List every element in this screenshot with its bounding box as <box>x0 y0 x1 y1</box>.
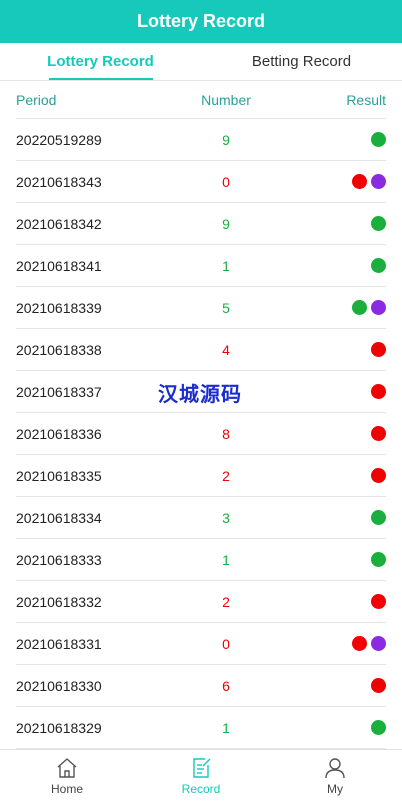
green-dot-icon <box>371 216 386 231</box>
green-dot-icon <box>371 510 386 525</box>
number-cell: 2 <box>222 593 230 610</box>
red-dot-icon <box>352 174 367 189</box>
home-icon <box>57 757 77 778</box>
period-cell: 20210618342 <box>16 215 102 232</box>
green-dot-icon <box>371 132 386 147</box>
number-cell: 9 <box>222 215 230 232</box>
red-dot-icon <box>371 342 386 357</box>
result-cell <box>276 468 386 483</box>
number-cell: 2 <box>222 467 230 484</box>
record-tabs: Lottery Record Betting Record <box>0 43 402 81</box>
result-cell <box>276 132 386 147</box>
table-row: 20210618333 1 <box>16 539 386 581</box>
page-title: Lottery Record <box>136 11 266 31</box>
bottom-tabbar: Home Record My <box>0 749 402 801</box>
violet-dot-icon <box>371 174 386 189</box>
period-cell: 20210618330 <box>16 677 102 694</box>
result-cell <box>276 636 386 651</box>
table-row: 20210618335 2 <box>16 455 386 497</box>
table-row: 20210618331 0 <box>16 623 386 665</box>
green-dot-icon <box>352 300 367 315</box>
number-cell: 8 <box>222 425 230 442</box>
watermark-text: 汉城源码 <box>158 382 242 406</box>
number-cell: 5 <box>222 299 230 316</box>
result-cell <box>276 594 386 609</box>
table-row: 20210618342 9 <box>16 203 386 245</box>
column-result: Result <box>346 91 386 108</box>
result-cell <box>276 216 386 231</box>
column-number: Number <box>201 91 251 108</box>
number-cell: 6 <box>222 677 230 694</box>
period-cell: 20220519289 <box>16 131 102 148</box>
number-cell: 1 <box>222 551 230 568</box>
table-row: 20220519289 9 <box>16 119 386 161</box>
number-cell: 0 <box>222 635 230 652</box>
record-list: 20220519289 9 20210618343 0 20210618342 9 2021… <box>16 119 386 749</box>
table-row: 20210618330 6 <box>16 665 386 707</box>
number-cell: 1 <box>222 719 230 736</box>
tab-label: Betting Record <box>251 53 352 70</box>
period-cell: 20210618343 <box>16 173 102 190</box>
record-icon <box>193 757 211 778</box>
number-cell: 3 <box>222 509 230 526</box>
period-cell: 20210618338 <box>16 341 102 358</box>
tab-label: Lottery Record <box>47 53 154 70</box>
table-row: 20210618343 0 <box>16 161 386 203</box>
green-dot-icon <box>371 258 386 273</box>
table-row: 20210618339 5 <box>16 287 386 329</box>
tab-betting-record[interactable]: Betting Record <box>201 43 402 80</box>
green-dot-icon <box>371 552 386 567</box>
page-header: Lottery Record <box>0 0 402 43</box>
period-cell: 20210618332 <box>16 593 102 610</box>
red-dot-icon <box>371 384 386 399</box>
table-row: 20210618329 1 <box>16 707 386 749</box>
column-period: Period <box>16 91 57 108</box>
number-cell: 9 <box>222 131 230 148</box>
red-dot-icon <box>371 426 386 441</box>
result-cell <box>276 678 386 693</box>
table-row: 20210618341 1 <box>16 245 386 287</box>
result-cell <box>276 510 386 525</box>
period-cell: 20210618335 <box>16 467 102 484</box>
number-cell: 1 <box>222 257 230 274</box>
period-cell: 20210618336 <box>16 425 102 442</box>
period-cell: 20210618337 <box>16 383 102 400</box>
number-cell: 4 <box>222 341 230 358</box>
violet-dot-icon <box>371 300 386 315</box>
tabbar-label: My <box>327 781 343 796</box>
red-dot-icon <box>371 468 386 483</box>
result-cell <box>276 258 386 273</box>
table-row: 20210618334 3 <box>16 497 386 539</box>
red-dot-icon <box>371 594 386 609</box>
period-cell: 20210618341 <box>16 257 102 274</box>
result-cell <box>276 174 386 189</box>
tabbar-label: Record <box>181 781 221 796</box>
table-row: 20210618336 8 <box>16 413 386 455</box>
table-row: 20210618332 2 <box>16 581 386 623</box>
result-cell <box>276 384 386 399</box>
tabbar-home[interactable]: Home <box>0 750 134 801</box>
result-cell <box>276 720 386 735</box>
period-cell: 20210618339 <box>16 299 102 316</box>
result-cell <box>276 342 386 357</box>
red-dot-icon <box>352 636 367 651</box>
user-icon <box>325 757 345 778</box>
result-cell <box>276 426 386 441</box>
table-header: Period Number Result <box>16 81 386 119</box>
table-row: 20210618338 4 <box>16 329 386 371</box>
tabbar-record[interactable]: Record <box>134 750 268 801</box>
period-cell: 20210618331 <box>16 635 102 652</box>
red-dot-icon <box>371 678 386 693</box>
result-cell <box>276 552 386 567</box>
violet-dot-icon <box>371 636 386 651</box>
period-cell: 20210618333 <box>16 551 102 568</box>
number-cell: 0 <box>222 173 230 190</box>
tabbar-my[interactable]: My <box>268 750 402 801</box>
period-cell: 20210618334 <box>16 509 102 526</box>
tab-lottery-record[interactable]: Lottery Record <box>0 43 201 80</box>
green-dot-icon <box>371 720 386 735</box>
tabbar-label: Home <box>50 781 83 796</box>
result-cell <box>276 300 386 315</box>
period-cell: 20210618329 <box>16 719 102 736</box>
